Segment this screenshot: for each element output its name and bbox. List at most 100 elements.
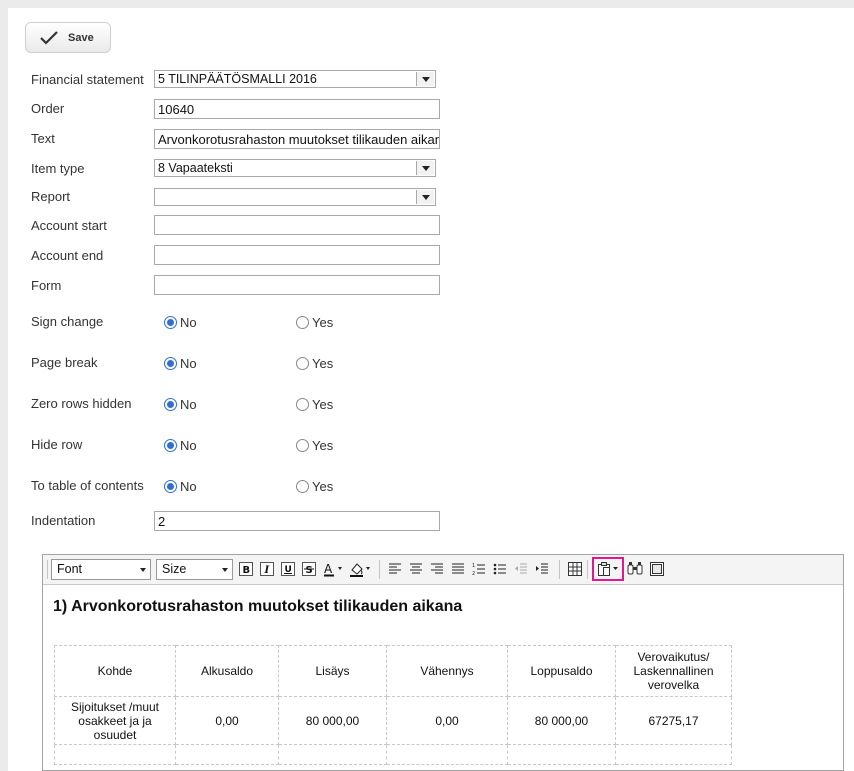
editor-toolbar: Font Size B I U S A 1 2 — [43, 555, 843, 585]
zero-rows-hidden-row: Zero rows hidden No Yes — [8, 396, 854, 416]
font-color-icon[interactable]: A — [323, 561, 345, 577]
radio-selected-icon[interactable] — [164, 480, 177, 493]
font-select[interactable]: Font — [51, 559, 151, 580]
account-start-label: Account start — [31, 218, 107, 233]
chevron-down-icon[interactable] — [416, 190, 434, 204]
table-header-cell: Kohde — [54, 645, 176, 697]
paste-dropdown-icon[interactable] — [597, 561, 621, 577]
financial-statement-select[interactable]: 5 TILINPÄÄTÖSMALLI 2016 — [154, 70, 436, 88]
text-label: Text — [31, 131, 55, 146]
chevron-down-icon[interactable] — [416, 72, 434, 86]
chevron-down-icon[interactable] — [416, 161, 434, 175]
rich-text-editor[interactable]: Font Size B I U S A 1 2 1) Arvonkorotusr… — [42, 554, 844, 771]
account-start-input[interactable] — [154, 215, 440, 235]
table-cell: 0,00 — [175, 696, 279, 745]
radio-no-label: No — [180, 397, 197, 412]
strikethrough-icon[interactable]: S — [301, 561, 317, 577]
table-header-cell: Alkusaldo — [175, 645, 279, 697]
sign-change-label: Sign change — [31, 314, 104, 329]
document-heading: 1) Arvonkorotusrahaston muutokset tilika… — [53, 598, 463, 615]
radio-selected-icon[interactable] — [164, 439, 177, 452]
radio-unselected-icon[interactable] — [296, 316, 309, 329]
hide-row-row: Hide row No Yes — [8, 437, 854, 457]
radio-unselected-icon[interactable] — [296, 398, 309, 411]
size-select-value: Size — [162, 562, 187, 576]
source-view-icon[interactable] — [649, 561, 665, 577]
table-cell — [386, 744, 508, 765]
save-button[interactable]: Save — [25, 22, 111, 53]
ordered-list-icon[interactable]: 12 — [471, 561, 487, 577]
text-input[interactable]: Arvonkorotusrahaston muutokset tilikaude… — [154, 129, 440, 149]
align-left-icon[interactable] — [387, 561, 403, 577]
radio-selected-icon[interactable] — [164, 316, 177, 329]
radio-unselected-icon[interactable] — [296, 439, 309, 452]
form-input[interactable] — [154, 275, 440, 295]
toolbar-separator — [587, 560, 588, 579]
indent-icon[interactable] — [534, 561, 550, 577]
sign-change-row: Sign change No Yes — [8, 314, 854, 334]
radio-yes-label: Yes — [312, 356, 334, 371]
underline-icon[interactable]: U — [280, 561, 296, 577]
table-cell: 67275,17 — [615, 696, 732, 745]
page-break-no-radio[interactable]: No — [164, 356, 197, 371]
hide-row-yes-radio[interactable]: Yes — [296, 438, 333, 453]
radio-unselected-icon[interactable] — [296, 357, 309, 370]
align-right-icon[interactable] — [429, 561, 445, 577]
svg-text:A: A — [324, 562, 333, 576]
svg-text:I: I — [264, 565, 270, 576]
table-cell: 0,00 — [386, 696, 508, 745]
table-header-row: Kohde Alkusaldo Lisäys Vähennys Loppusal… — [54, 645, 732, 697]
toolbar-separator — [379, 560, 380, 579]
financial-statement-label: Financial statement — [31, 72, 144, 87]
align-justify-icon[interactable] — [450, 561, 466, 577]
account-end-label: Account end — [31, 248, 104, 263]
radio-no-label: No — [180, 479, 197, 494]
zero-rows-hidden-yes-radio[interactable]: Yes — [296, 397, 333, 412]
align-center-icon[interactable] — [408, 561, 424, 577]
page-break-row: Page break No Yes — [8, 355, 854, 375]
radio-selected-icon[interactable] — [164, 398, 177, 411]
radio-yes-label: Yes — [312, 397, 334, 412]
zero-rows-hidden-no-radio[interactable]: No — [164, 397, 197, 412]
outdent-icon[interactable] — [513, 561, 529, 577]
table-cell: Sijoitukset /muut osakkeet ja ja osuudet — [54, 696, 176, 745]
account-end-input[interactable] — [154, 245, 440, 265]
find-replace-icon[interactable] — [627, 561, 643, 577]
radio-unselected-icon[interactable] — [296, 480, 309, 493]
radio-selected-icon[interactable] — [164, 357, 177, 370]
toolbar-separator — [559, 560, 560, 579]
order-input[interactable]: 10640 — [154, 99, 440, 119]
table-row — [54, 744, 732, 765]
table-header-cell: Loppusaldo — [507, 645, 616, 697]
bold-icon[interactable]: B — [238, 561, 254, 577]
indentation-input[interactable]: 2 — [154, 511, 440, 531]
item-type-label: Item type — [31, 161, 85, 176]
italic-icon[interactable]: I — [259, 561, 275, 577]
item-type-select[interactable]: 8 Vapaateksti — [154, 159, 436, 177]
table-icon[interactable] — [567, 561, 583, 577]
report-select[interactable] — [154, 188, 436, 206]
radio-yes-label: Yes — [312, 438, 334, 453]
to-toc-yes-radio[interactable]: Yes — [296, 479, 333, 494]
highlight-color-icon[interactable] — [349, 561, 373, 577]
sign-change-yes-radio[interactable]: Yes — [296, 315, 333, 330]
table-cell — [615, 744, 732, 765]
sign-change-no-radio[interactable]: No — [164, 315, 197, 330]
svg-text:2: 2 — [472, 571, 475, 576]
radio-no-label: No — [180, 356, 197, 371]
financial-statement-value: 5 TILINPÄÄTÖSMALLI 2016 — [158, 72, 317, 86]
unordered-list-icon[interactable] — [492, 561, 508, 577]
report-label: Report — [31, 189, 71, 204]
table-cell — [278, 744, 387, 765]
radio-no-label: No — [180, 315, 197, 330]
size-select[interactable]: Size — [156, 559, 233, 580]
page-break-label: Page break — [31, 355, 98, 370]
save-button-label: Save — [68, 31, 94, 44]
table-cell — [175, 744, 279, 765]
order-label: Order — [31, 101, 65, 116]
toolbar-grip — [47, 560, 48, 579]
hide-row-no-radio[interactable]: No — [164, 438, 197, 453]
radio-no-label: No — [180, 438, 197, 453]
to-toc-no-radio[interactable]: No — [164, 479, 197, 494]
page-break-yes-radio[interactable]: Yes — [296, 356, 333, 371]
